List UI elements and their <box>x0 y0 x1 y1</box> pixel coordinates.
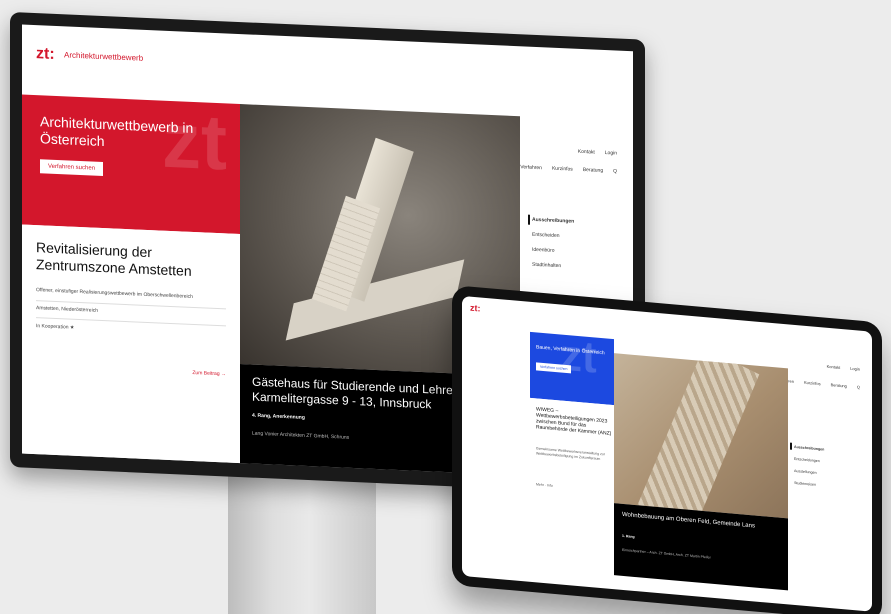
main-nav: Verfahren Kurzinfos Beratung Q <box>520 164 617 174</box>
nav-contact[interactable]: Kontakt <box>827 364 841 370</box>
side-nav-item[interactable]: Ideenbüro <box>532 247 574 255</box>
caption-title[interactable]: Wohnbebauung am Oberen Feld, Gemeinde La… <box>622 512 782 533</box>
nav-kurzinfos[interactable]: Kurzinfos <box>552 166 573 173</box>
caption-meta: Lang Vonier Architekten ZT GmbH, Schruns <box>252 430 350 441</box>
competition-cooperation: In Kooperation ★ <box>36 323 75 331</box>
nav-kurzinfos[interactable]: Kurzinfos <box>804 380 821 386</box>
news-card[interactable]: WIWEG – Wettbewerbsbeteiligungen 2023 zw… <box>530 397 614 516</box>
side-nav: Ausschreibungen Entscheiden Ideenbüro St… <box>532 217 574 279</box>
model-terrain-shape <box>628 353 760 519</box>
utility-nav: Kontakt Login <box>578 149 617 157</box>
news-more-link[interactable]: Mehr · Info <box>536 482 553 487</box>
side-nav-item[interactable]: Entscheidungen <box>794 457 824 464</box>
side-nav-item[interactable]: Ausstellungen <box>794 469 824 476</box>
featured-competition-card[interactable]: Revitalisierung der Zentrumszone Amstett… <box>22 224 240 465</box>
site-logo[interactable]: zt: <box>470 303 481 314</box>
tablet-screen: zt: Kontakt Login Verfahren Kurzinfos Be… <box>462 295 872 612</box>
search-icon[interactable]: Q <box>613 168 617 174</box>
caption-subtitle: 1. Rang <box>622 533 635 539</box>
caption-subtitle: 4. Rang, Anerkennung <box>252 412 305 421</box>
site-logo[interactable]: zt: <box>36 45 55 64</box>
side-nav-item[interactable]: Entscheiden <box>532 232 574 240</box>
side-nav-indicator <box>528 214 530 225</box>
competition-type: Offener, einstufiger Realisierungswettbe… <box>36 287 193 300</box>
featured-photo <box>614 353 788 519</box>
search-icon[interactable]: Q <box>857 384 860 389</box>
hero-banner: zt Architekturwettbewerb in Österreich V… <box>22 94 240 235</box>
side-nav-item[interactable]: Stadtinhalten <box>532 262 574 270</box>
device-mockup-scene: zt: Architekturwettbewerb Kontakt Login … <box>0 0 891 614</box>
hero-banner: zt Bauen, Verfahren in Österreich Verfah… <box>530 331 614 406</box>
search-procedures-button[interactable]: Verfahren suchen <box>40 159 104 177</box>
nav-contact[interactable]: Kontakt <box>578 149 595 156</box>
hero-watermark: zt <box>560 331 597 383</box>
utility-nav: Kontakt Login <box>827 364 860 372</box>
photo-caption: Wohnbebauung am Oberen Feld, Gemeinde La… <box>614 503 788 591</box>
main-nav: Verfahren Kurzinfos Beratung Q <box>777 377 860 389</box>
search-procedures-button[interactable]: Verfahren suchen <box>536 362 572 374</box>
news-summary: Gemeinsame Wettbewerbsveranstaltung zur … <box>536 446 605 461</box>
side-nav-item[interactable]: Studienreisen <box>794 481 824 488</box>
to-article-link[interactable]: Zum Beitrag → <box>192 370 226 377</box>
news-title: WIWEG – Wettbewerbsbeteiligungen 2023 zw… <box>536 406 612 437</box>
nav-login[interactable]: Login <box>605 150 617 157</box>
tablet-device: zt: Kontakt Login Verfahren Kurzinfos Be… <box>452 285 882 614</box>
side-nav-indicator <box>790 442 792 450</box>
competition-location: Amstetten, Niederösterreich <box>36 305 98 314</box>
side-nav-item[interactable]: Ausschreibungen <box>532 217 574 225</box>
hero-title: Architekturwettbewerb in Österreich <box>40 113 194 150</box>
caption-meta: Einreichpartner – Arch. ZT GmbH, Arch. Z… <box>622 547 711 560</box>
nav-verfahren[interactable]: Verfahren <box>520 164 542 171</box>
side-nav: Ausschreibungen Entscheidungen Ausstellu… <box>794 445 824 496</box>
nav-beratung[interactable]: Beratung <box>831 382 847 388</box>
nav-login[interactable]: Login <box>850 366 860 372</box>
nav-beratung[interactable]: Beratung <box>583 167 603 174</box>
side-nav-item[interactable]: Ausschreibungen <box>794 445 824 452</box>
competition-title: Revitalisierung der Zentrumszone Amstett… <box>36 239 192 279</box>
model-base-shape <box>285 259 465 341</box>
site-logo-subtitle: Architekturwettbewerb <box>64 50 144 63</box>
